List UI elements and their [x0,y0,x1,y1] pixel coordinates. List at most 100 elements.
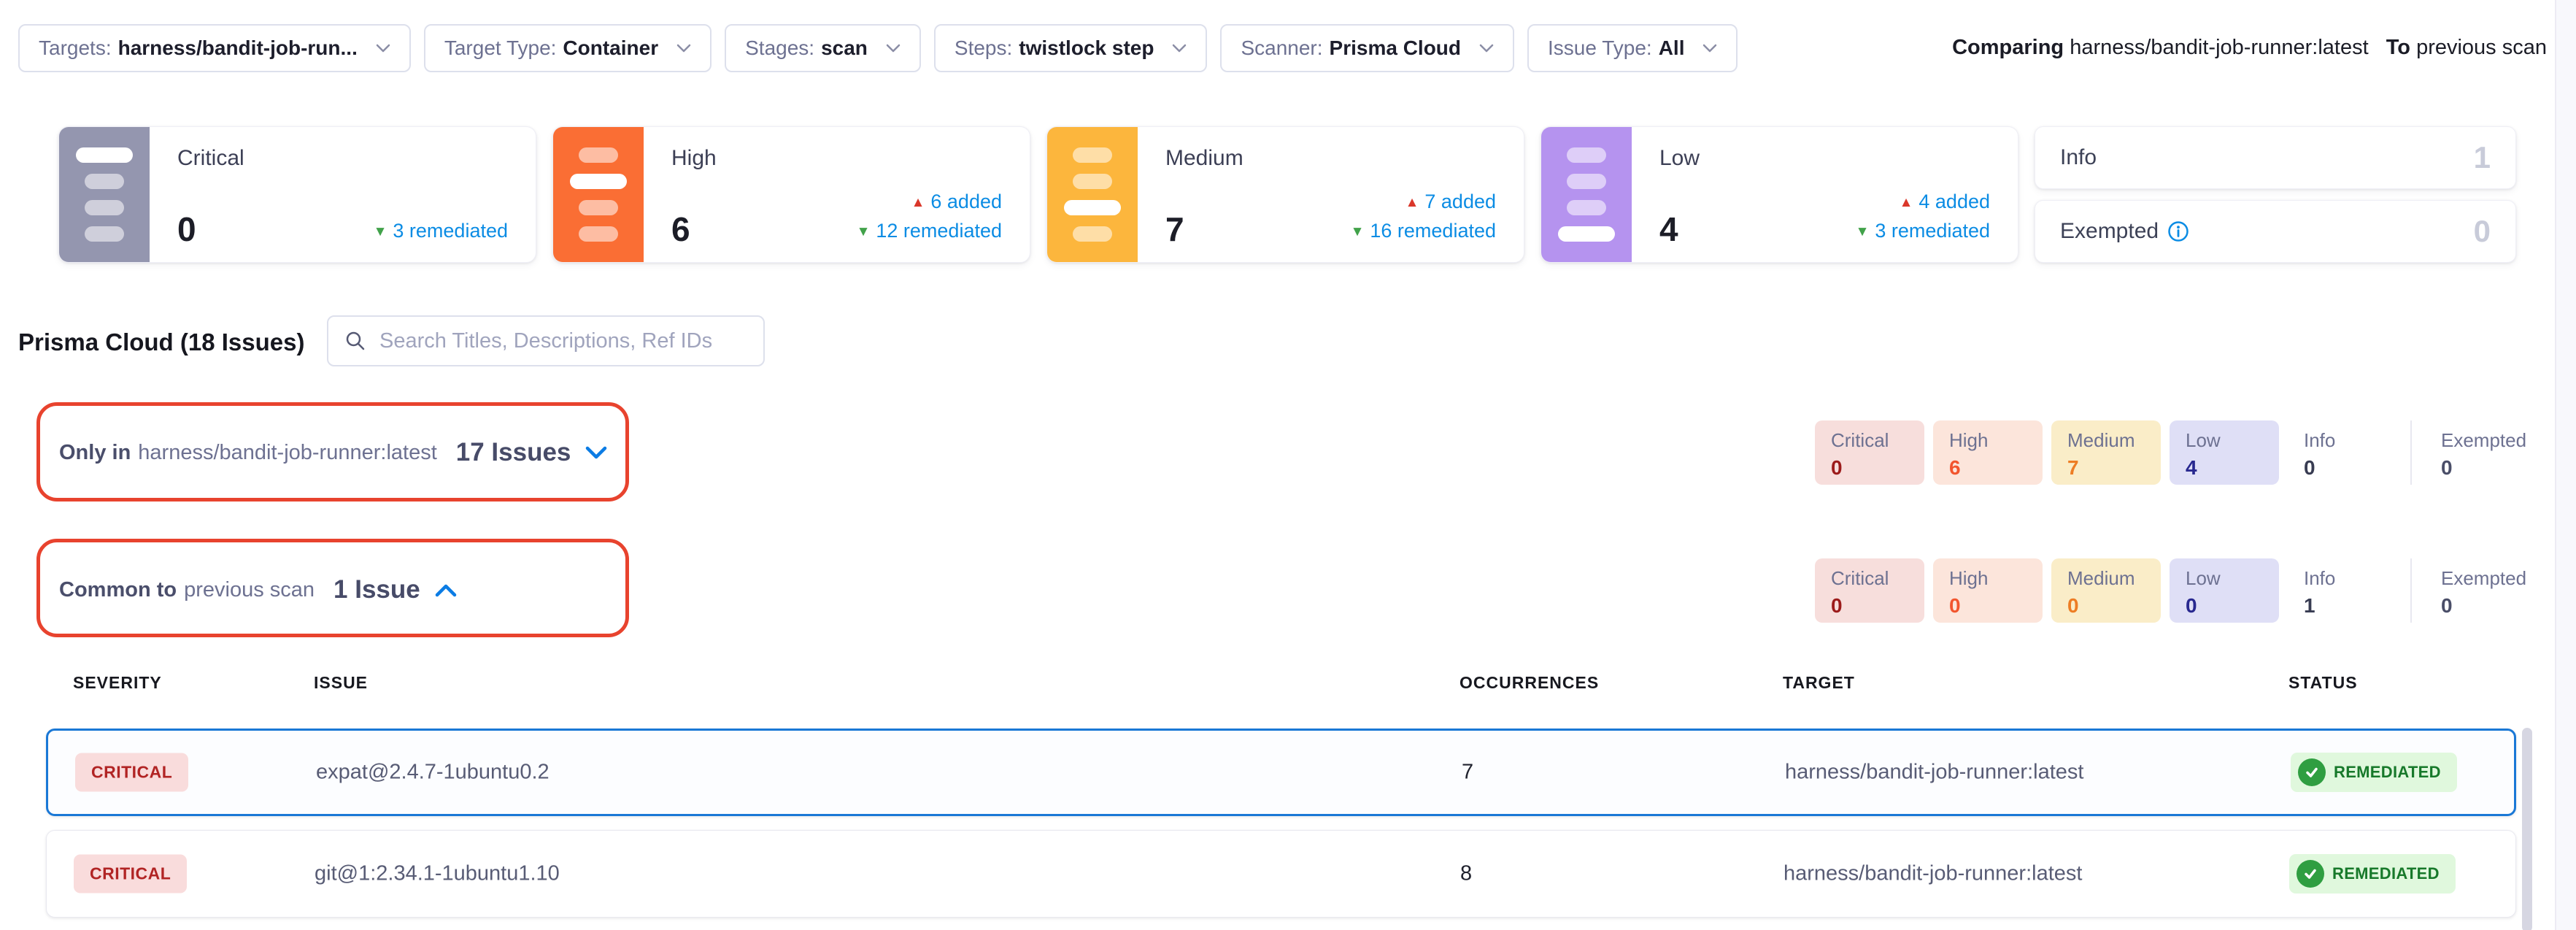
group-name: harness/bandit-job-runner:latest [138,441,436,465]
filter-value: Prisma Cloud [1330,36,1461,60]
added-link[interactable]: ▲6 added [857,188,1002,217]
added-link[interactable]: ▲4 added [1856,188,1990,217]
severity-pill-row: Critical 0 High 0 Medium 0 Low 0 Info 1 … [1815,558,2543,623]
remediated-link[interactable]: ▼12 remediated [857,217,1002,246]
filter-issue-type[interactable]: Issue Type: All [1527,24,1738,72]
chevron-up-icon[interactable] [435,583,457,597]
remediated-link[interactable]: ▼3 remediated [1856,217,1990,246]
up-triangle-icon: ▲ [911,189,925,217]
info-circle-icon[interactable] [2167,220,2189,242]
up-triangle-icon: ▲ [1405,189,1419,217]
target-name: harness/bandit-job-runner:latest [1783,862,2082,886]
card-label: Exempted [2060,219,2159,244]
severity-medium-icon [1047,127,1138,262]
comparing-to: To [2386,36,2410,59]
remediated-link[interactable]: ▼16 remediated [1351,217,1496,246]
filter-stages[interactable]: Stages: scan [725,24,921,72]
group-header-only-in[interactable]: Only in harness/bandit-job-runner:latest… [59,438,607,467]
pill-exempted: Exempted 0 [2425,420,2534,485]
card-label: Medium [1165,146,1496,171]
severity-high-icon [553,127,644,262]
card-label: High [671,146,1002,171]
summary-card-high: High 6 ▲6 added ▼12 remediated [552,126,1030,263]
column-header-status: STATUS [2288,673,2358,693]
pill-critical: Critical 0 [1815,558,1924,623]
filter-label: Stages: [745,36,814,60]
card-count: 0 [177,212,196,246]
down-triangle-icon: ▼ [857,218,871,246]
comparing-baseline: previous scan [2416,36,2547,59]
remediated-link[interactable]: ▼3 remediated [374,217,508,246]
table-row[interactable]: CRITICAL git@1:2.34.1-1ubuntu1.10 8 harn… [46,830,2516,918]
pill-info: Info 0 [2288,420,2397,485]
severity-badge: CRITICAL [75,753,188,792]
page-title: Prisma Cloud (18 Issues) [18,328,304,356]
card-label: Info [2060,145,2097,170]
filter-bar: Targets: harness/bandit-job-run... Targe… [18,24,1738,72]
card-count: 0 [2474,214,2491,249]
pill-exempted: Exempted 0 [2425,558,2534,623]
check-circle-icon [2298,758,2326,786]
filter-scanner[interactable]: Scanner: Prisma Cloud [1220,24,1514,72]
group-issue-count: 1 Issue [333,575,420,604]
chevron-down-icon [1702,44,1717,53]
vertical-scrollbar-thumb[interactable] [2522,728,2532,930]
target-name: harness/bandit-job-runner:latest [1785,761,2083,785]
column-header-occurrences: OCCURRENCES [1459,673,1599,693]
card-count: 7 [1165,212,1184,246]
page-right-gutter [2555,0,2576,930]
issue-search [327,315,765,366]
pill-low: Low 4 [2170,420,2279,485]
search-icon [344,330,366,352]
pill-low: Low 0 [2170,558,2279,623]
severity-badge: CRITICAL [74,855,187,894]
filter-targets[interactable]: Targets: harness/bandit-job-run... [18,24,411,72]
severity-summary-row: Critical 0 ▼3 remediated High 6 ▲6 added [58,126,2518,263]
added-link[interactable]: ▲7 added [1351,188,1496,217]
down-triangle-icon: ▼ [1856,218,1870,246]
sto-issues-dashboard: Targets: harness/bandit-job-run... Targe… [0,0,2576,930]
card-count: 6 [671,212,690,246]
search-input[interactable] [378,328,747,354]
down-triangle-icon: ▼ [1351,218,1365,246]
table-row[interactable]: CRITICAL expat@2.4.7-1ubuntu0.2 7 harnes… [46,729,2516,816]
chevron-down-icon[interactable] [585,446,607,460]
summary-card-low: Low 4 ▲4 added ▼3 remediated [1540,126,2018,263]
filter-value: scan [821,36,868,60]
status-badge: REMEDIATED [2291,753,2457,792]
severity-pill-row: Critical 0 High 6 Medium 7 Low 4 Info 0 … [1815,420,2543,485]
filter-value: Container [563,36,658,60]
card-count: 4 [1659,212,1678,246]
filter-value: twistlock step [1019,36,1154,60]
divider [2410,558,2412,623]
severity-critical-icon [59,127,150,262]
check-circle-icon [2297,860,2324,888]
severity-low-icon [1541,127,1632,262]
pill-info: Info 1 [2288,558,2397,623]
divider [2410,420,2412,485]
group-issue-count: 17 Issues [456,438,571,467]
chevron-down-icon [376,44,390,53]
pill-critical: Critical 0 [1815,420,1924,485]
group-header-common-to[interactable]: Common to previous scan 1 Issue [59,575,457,604]
filter-label: Target Type: [444,36,557,60]
filter-value: harness/bandit-job-run... [118,36,358,60]
occurrences-count: 8 [1460,862,1472,886]
card-count: 1 [2474,140,2491,175]
pill-medium: Medium 0 [2051,558,2161,623]
filter-target-type[interactable]: Target Type: Container [424,24,712,72]
chevron-down-icon [676,44,691,53]
card-label: Low [1659,146,1990,171]
info-exempted-column: Info 1 Exempted 0 [2035,126,2516,263]
group-prefix: Only in [59,441,131,465]
summary-card-info: Info 1 [2035,126,2516,189]
filter-value: All [1659,36,1685,60]
comparing-summary: Comparing harness/bandit-job-runner:late… [1952,36,2547,60]
filter-steps[interactable]: Steps: twistlock step [934,24,1208,72]
status-badge: REMEDIATED [2289,854,2456,894]
group-name: previous scan [184,578,315,602]
summary-card-exempted: Exempted 0 [2035,200,2516,263]
filter-label: Targets: [39,36,112,60]
occurrences-count: 7 [1462,761,1473,785]
comparing-target: harness/bandit-job-runner:latest [2070,36,2368,59]
